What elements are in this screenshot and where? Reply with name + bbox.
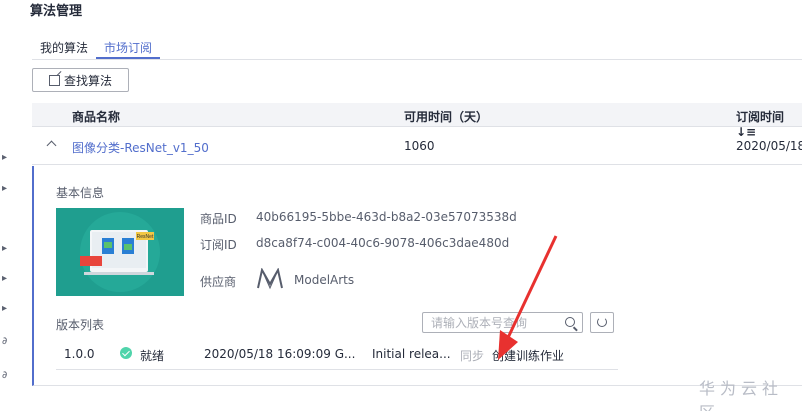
- table-row: 图像分类-ResNet_v1_50 1060 2020/05/18: [32, 127, 802, 165]
- link-icon[interactable]: ∂: [2, 370, 7, 381]
- version-time: 2020/05/18 16:09:09 G...: [204, 347, 356, 361]
- find-algorithm-button[interactable]: 查找算法: [32, 68, 129, 92]
- check-circle-icon: [120, 347, 132, 359]
- refresh-icon: [597, 317, 607, 327]
- column-header-name: 商品名称: [72, 110, 121, 124]
- page-title: 算法管理: [30, 4, 83, 19]
- external-link-icon: [48, 74, 60, 86]
- basic-info-title: 基本信息: [56, 186, 105, 200]
- version-description: Initial relea...: [372, 347, 451, 361]
- link-icon[interactable]: ∂: [2, 336, 7, 347]
- chevron-right-icon[interactable]: ▸: [2, 243, 7, 254]
- product-id-label: 商品ID: [200, 212, 237, 226]
- chevron-right-icon[interactable]: ▸: [2, 152, 7, 163]
- collapse-chevron-icon[interactable]: [46, 140, 57, 151]
- product-id-value: 40b66195-5bbe-463d-b8a2-03e57073538d: [256, 210, 517, 224]
- annotation-arrow: [498, 235, 558, 360]
- refresh-button[interactable]: [590, 312, 614, 333]
- left-nav-strip: ▸ ▸ ▸ ▸ ▸ ∂ ∂: [0, 0, 18, 411]
- chevron-right-icon[interactable]: ▸: [2, 303, 7, 314]
- chevron-right-icon[interactable]: ▸: [2, 183, 7, 194]
- watermark-text: 华为云社区: [699, 379, 784, 411]
- tab-bar: 我的算法 市场订阅: [32, 40, 802, 60]
- table-header: 商品名称 可用时间（天） 订阅时间 ↓≡: [32, 103, 802, 139]
- column-header-available-days: 可用时间（天）: [404, 110, 489, 124]
- provider-name: ModelArts: [294, 273, 355, 287]
- provider-label: 供应商: [200, 275, 237, 289]
- tab-my-algorithms[interactable]: 我的算法: [32, 40, 96, 59]
- tab-market-subscriptions[interactable]: 市场订阅: [96, 40, 161, 59]
- main-panel: 算法管理 我的算法 市场订阅 查找算法 商品名称 可用时间（天） 订阅时间 ↓≡…: [18, 0, 802, 411]
- available-days-value: 1060: [404, 139, 435, 153]
- version-number[interactable]: 1.0.0: [64, 347, 95, 361]
- chevron-right-icon[interactable]: ▸: [2, 273, 7, 284]
- versions-title: 版本列表: [56, 318, 105, 332]
- subscribe-time-value: 2020/05/18: [736, 139, 802, 153]
- find-algorithm-label: 查找算法: [63, 73, 112, 88]
- subscription-id-label: 订阅ID: [200, 238, 237, 252]
- product-thumbnail: ResNet: [56, 208, 184, 296]
- row-detail-panel: 基本信息 ResNet 商品ID 40b66195-5bbe-463d-b8a2…: [32, 166, 802, 386]
- subscription-id-value: d8ca8f74-c004-40c6-9078-406c3dae480d: [256, 236, 510, 250]
- version-status: 就绪: [140, 349, 165, 363]
- thumbnail-tag-text: ResNet: [137, 234, 154, 240]
- product-name-link[interactable]: 图像分类-ResNet_v1_50: [72, 139, 209, 156]
- modelarts-logo-icon: [256, 267, 284, 293]
